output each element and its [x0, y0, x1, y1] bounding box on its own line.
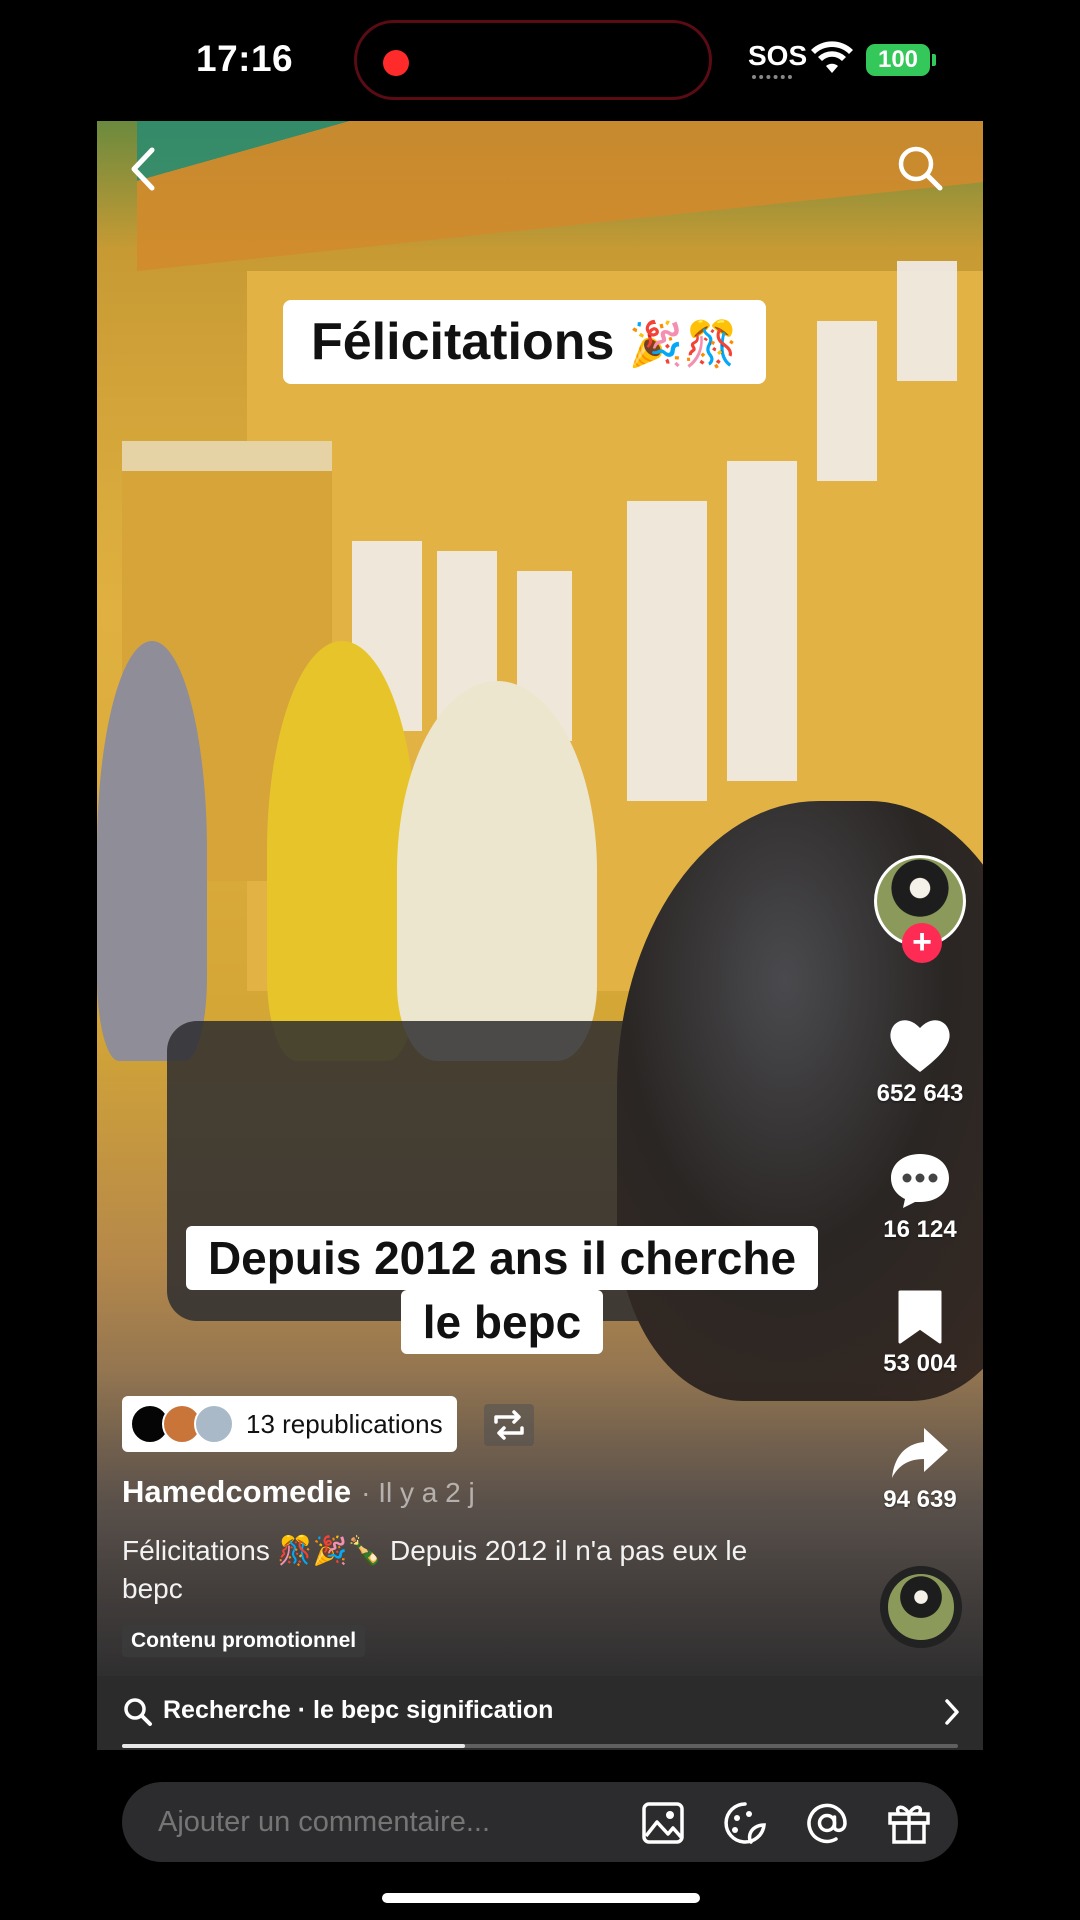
scene-paper: [817, 321, 877, 481]
mention-icon[interactable]: [804, 1800, 850, 1846]
sos-label: SOS: [748, 40, 808, 71]
scene-person: [97, 641, 207, 1061]
scene-paper: [627, 501, 707, 801]
scene-person: [397, 681, 597, 1061]
comment-count: 16 124: [883, 1216, 957, 1243]
recording-indicator: [383, 50, 409, 76]
dynamic-island: [354, 20, 712, 100]
repost-avatars: [130, 1402, 240, 1446]
description-start: Félicitations: [122, 1535, 278, 1566]
battery-nub: [932, 54, 936, 66]
comment-input[interactable]: [158, 1782, 618, 1862]
caption-line-2: le bepc: [400, 1290, 604, 1354]
search-suggestion-bar[interactable]: Recherche · le bepc signification: [97, 1676, 983, 1750]
caption-top-text: Félicitations: [311, 313, 615, 371]
creator-avatar[interactable]: +: [874, 855, 966, 963]
post-description[interactable]: Félicitations 🎊🎉🍾 Depuis 2012 il n'a pas…: [122, 1532, 762, 1608]
promo-badge: Contenu promotionnel: [122, 1625, 366, 1657]
share-button[interactable]: 94 639: [860, 1426, 980, 1514]
description-emoji: 🎊🎉🍾: [277, 1534, 383, 1567]
like-button[interactable]: 652 643: [860, 1016, 980, 1108]
bookmark-button[interactable]: 53 004: [860, 1290, 980, 1378]
share-count: 94 639: [883, 1486, 957, 1513]
avatar: [194, 1404, 234, 1444]
music-disc[interactable]: [880, 1566, 962, 1648]
search-icon: [124, 1698, 152, 1726]
comment-button[interactable]: 16 124: [860, 1152, 980, 1244]
comment-icon: [891, 1154, 949, 1208]
scene-person: [267, 641, 417, 1061]
heart-icon: [890, 1020, 950, 1072]
home-indicator[interactable]: [382, 1893, 700, 1903]
scene-paper: [727, 461, 797, 781]
scene-paper: [897, 261, 957, 381]
back-icon[interactable]: [124, 144, 164, 194]
repost-count: 13 republications: [246, 1408, 443, 1439]
caption-top: Félicitations 🎉🎊: [283, 300, 767, 384]
status-bar: 17:16 SOS 100: [0, 0, 1080, 120]
caption-line-1: Depuis 2012 ans il cherche: [185, 1226, 819, 1290]
chevron-right-icon: [945, 1699, 959, 1725]
post-time: · Il y a 2 j: [361, 1477, 475, 1508]
author-name[interactable]: Hamedcomedie: [122, 1474, 351, 1509]
bookmark-count: 53 004: [883, 1350, 957, 1377]
search-icon[interactable]: [896, 144, 944, 192]
progress-fill: [122, 1744, 465, 1748]
caption-top-emoji: 🎉🎊: [628, 319, 739, 370]
playback-progress[interactable]: [122, 1744, 958, 1748]
bookmark-icon: [898, 1290, 942, 1344]
scene-roof: [137, 121, 983, 271]
gift-icon[interactable]: [886, 1800, 932, 1846]
author-row[interactable]: Hamedcomedie · Il y a 2 j: [122, 1474, 475, 1510]
share-icon: [892, 1428, 948, 1478]
like-count: 652 643: [876, 1080, 964, 1107]
search-suggestion-text: Recherche · le bepc signification: [163, 1696, 554, 1724]
repost-pill[interactable]: 13 republications: [122, 1396, 457, 1452]
wifi-icon: [811, 41, 853, 73]
image-icon[interactable]: [640, 1800, 686, 1846]
repost-icon[interactable]: [484, 1404, 534, 1446]
battery-indicator: 100: [866, 44, 930, 76]
status-time: 17:16: [196, 38, 294, 79]
comment-bar: [122, 1782, 958, 1862]
caption-middle: Depuis 2012 ans il cherche le bepc: [176, 1226, 828, 1354]
sticker-icon[interactable]: [722, 1800, 768, 1846]
follow-button[interactable]: +: [902, 923, 942, 963]
signal-dots: [752, 75, 792, 81]
